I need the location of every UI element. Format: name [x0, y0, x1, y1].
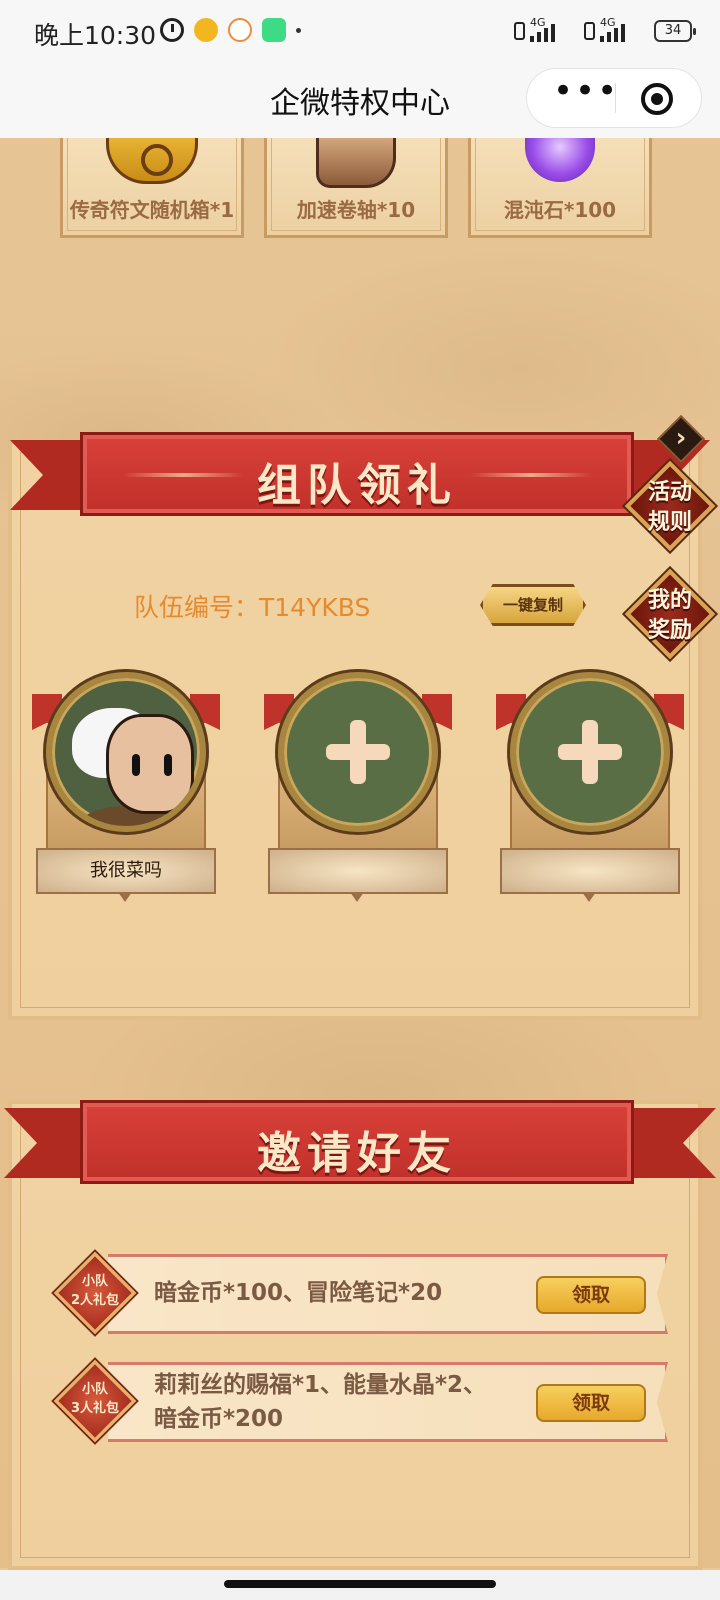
my-rewards-button[interactable]: 我的 奖励	[624, 568, 716, 660]
team-id-text: 队伍编号：T14YKBS	[134, 593, 371, 622]
capsule-divider	[615, 83, 616, 113]
mini-program-header: 企微特权中心 •••	[0, 64, 720, 138]
add-member-button[interactable]	[510, 672, 670, 832]
android-icon	[262, 18, 286, 42]
app-notification-icon	[194, 18, 218, 42]
add-member-button[interactable]	[278, 672, 438, 832]
reward-card: 混沌石*100	[468, 138, 652, 238]
member-name: 我很菜吗	[36, 848, 216, 894]
team-gift-badge: 小队 2人礼包	[53, 1251, 137, 1335]
reward-label: 传奇符文随机箱*1	[69, 198, 235, 222]
invite-section-ribbon: 邀请好友	[80, 1100, 634, 1184]
close-mini-program-icon[interactable]	[641, 83, 673, 115]
shopping-app-icon	[228, 18, 252, 42]
member-slot[interactable]: 我很菜吗	[32, 672, 220, 902]
badge-line2: 2人礼包	[70, 1293, 120, 1308]
battery-icon: 34	[654, 20, 696, 42]
badge-line1: 小队	[81, 1274, 108, 1289]
signal-icon-2: 4G	[584, 16, 646, 44]
rules-label-line1: 活动	[647, 480, 692, 505]
reward-card: 传奇符文随机箱*1	[60, 138, 244, 238]
claim-button[interactable]: 领取	[536, 1384, 646, 1422]
rune-bag-icon	[106, 138, 198, 184]
team-section-title: 组队领礼	[257, 460, 457, 511]
scroll-icon	[316, 138, 396, 188]
team-gift-badge: 小队 3人礼包	[53, 1359, 137, 1443]
activity-rules-button[interactable]: 活动 规则	[624, 460, 716, 552]
home-indicator[interactable]	[224, 1580, 496, 1588]
member-slot-empty[interactable]	[496, 672, 684, 902]
invite-reward-row: 小队 2人礼包 暗金币*100、冒险笔记*20 领取	[48, 1248, 676, 1336]
badge-line1: 小队	[81, 1382, 108, 1397]
status-notification-icons	[160, 18, 301, 42]
status-bar: 晚上10:30 4G 4G 34	[0, 0, 720, 64]
reward-description: 莉莉丝的赐福*1、能量水晶*2、暗金币*200	[154, 1372, 487, 1432]
signal-icon: 4G	[514, 16, 576, 44]
member-name	[268, 848, 448, 894]
invite-section-title: 邀请好友	[257, 1128, 457, 1179]
avatar	[46, 672, 206, 832]
capsule-menu: •••	[526, 68, 702, 128]
alarm-clock-icon	[160, 18, 184, 42]
rules-label-line2: 规则	[647, 510, 692, 535]
reward-label: 混沌石*100	[503, 198, 617, 222]
copy-team-id-button[interactable]: 一键复制	[480, 584, 586, 626]
more-notifications-icon	[296, 27, 301, 33]
reward-label: 加速卷轴*10	[296, 198, 416, 222]
reward-card: 加速卷轴*10	[264, 138, 448, 238]
team-section-ribbon: 组队领礼	[80, 432, 634, 516]
claim-button[interactable]: 领取	[536, 1276, 646, 1314]
reward-description: 暗金币*100、冒险笔记*20	[154, 1280, 443, 1306]
invite-reward-row: 小队 3人礼包 莉莉丝的赐福*1、能量水晶*2、暗金币*200 领取	[48, 1356, 676, 1444]
more-options-icon[interactable]: •••	[553, 69, 617, 127]
rewards-label-line1: 我的	[647, 588, 692, 613]
member-slot-empty[interactable]	[264, 672, 452, 902]
chaos-stone-icon	[525, 138, 595, 182]
rewards-label-line2: 奖励	[647, 618, 692, 643]
chevron-right-icon: ›	[675, 423, 687, 453]
member-name	[500, 848, 680, 894]
status-system-icons: 4G 4G 34	[514, 16, 696, 44]
status-time: 晚上10:30	[34, 21, 157, 50]
badge-line2: 3人礼包	[70, 1401, 120, 1416]
